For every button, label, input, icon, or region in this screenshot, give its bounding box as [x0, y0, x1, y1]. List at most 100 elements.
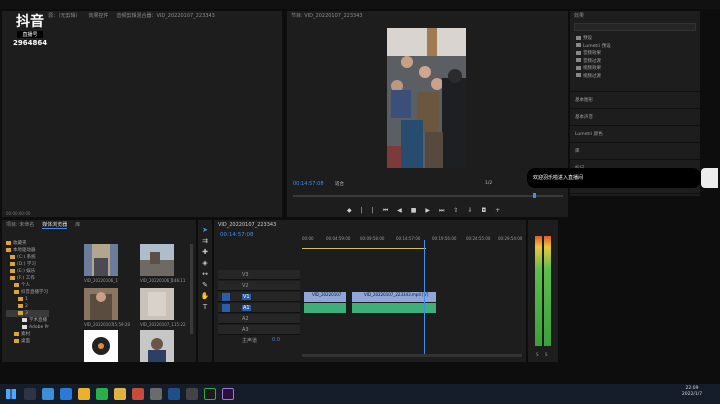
media-thumbnail[interactable]	[140, 288, 174, 320]
track-header-v2[interactable]: V2	[218, 281, 300, 291]
pen-icon[interactable]: ✎	[200, 281, 210, 290]
track-header-a2[interactable]: A2	[218, 314, 300, 324]
media-thumbnail[interactable]	[84, 330, 118, 362]
work-area-bar[interactable]	[302, 248, 426, 249]
effects-tree-item[interactable]: 视频效果	[576, 65, 611, 73]
slip-icon[interactable]: ↔	[200, 270, 210, 279]
side-tab[interactable]	[701, 168, 718, 188]
browser-icon[interactable]	[42, 388, 54, 400]
tab-audio-mixer[interactable]: 音频剪辑混合器：VID_20220107_223343	[117, 12, 215, 19]
tree-item[interactable]: 学术直播	[6, 317, 49, 324]
razor-icon[interactable]: ◈	[200, 259, 210, 268]
tray-clock[interactable]: 22:09 2022/1/7	[668, 386, 716, 398]
project-scrollbar[interactable]	[190, 244, 193, 334]
timeline-scrollbar[interactable]	[302, 354, 522, 357]
hand-icon[interactable]: ✋	[200, 292, 210, 301]
master-value[interactable]: 0.0	[272, 337, 280, 343]
tree-item[interactable]: 2	[6, 303, 49, 310]
forward-frame-icon[interactable]: ▶	[425, 207, 439, 214]
go-to-in-icon[interactable]: |	[372, 207, 383, 214]
tab-effect-controls[interactable]: 效果控件	[89, 12, 109, 19]
track-header-a3[interactable]: A3	[218, 325, 300, 335]
explorer-icon[interactable]	[114, 388, 126, 400]
effects-tree-item[interactable]: 音频效果	[576, 50, 611, 58]
step-back-icon[interactable]: ⏮	[383, 207, 397, 214]
effects-tree-item[interactable]: 视频过渡	[576, 73, 611, 81]
tree-item[interactable]: 个人	[6, 282, 49, 289]
premiere-icon[interactable]	[222, 388, 234, 400]
tree-item[interactable]: 收藏夹	[6, 240, 49, 247]
add-icon[interactable]: +	[495, 207, 509, 214]
video-clip[interactable]: VID_20220107	[304, 292, 346, 302]
track-header-a1[interactable]: A1	[218, 303, 300, 313]
tree-item[interactable]: (C:) 系统	[6, 254, 49, 261]
ripple-edit-icon[interactable]: ✚	[200, 248, 210, 257]
start-icon[interactable]	[6, 389, 16, 399]
selection-tool-icon[interactable]: ➤	[200, 226, 210, 235]
step-forward-icon[interactable]: ⏭	[439, 207, 453, 214]
timeline-title[interactable]: VID_20220107_223343	[218, 222, 276, 228]
chrome-icon[interactable]	[78, 388, 90, 400]
timeline-playhead[interactable]	[424, 240, 425, 354]
tree-item[interactable]: 1	[6, 296, 49, 303]
obs-icon[interactable]	[186, 388, 198, 400]
photoshop-icon[interactable]	[168, 388, 180, 400]
tree-item[interactable]: 素材	[6, 331, 49, 338]
mark-out-icon[interactable]: |	[361, 207, 372, 214]
app-icon[interactable]	[150, 388, 162, 400]
tab-project[interactable]: 项目: 未命名	[6, 221, 34, 228]
back-frame-icon[interactable]: ◀	[397, 207, 411, 214]
terminal-icon[interactable]	[204, 388, 216, 400]
effects-tree-item[interactable]: Lumetri 预设	[576, 43, 611, 51]
program-scrub-bar[interactable]	[293, 195, 563, 197]
folder-icon	[18, 310, 23, 315]
track-select-icon[interactable]: ⇉	[200, 237, 210, 246]
tree-item[interactable]: (D:) 学习	[6, 261, 49, 268]
mark-in-icon[interactable]: ◆	[347, 207, 361, 214]
program-playhead[interactable]	[533, 193, 536, 198]
tree-item[interactable]: (E:) 娱乐	[6, 268, 49, 275]
track-header-v1[interactable]: V1	[218, 292, 300, 302]
section-essential-graphics[interactable]: 基本图形	[570, 92, 700, 109]
effects-title[interactable]: 效果	[574, 12, 584, 19]
tree-item[interactable]: (F:) 工作	[6, 275, 49, 282]
tab-source[interactable]: 源：（无剪辑）	[48, 12, 81, 19]
audio-clip[interactable]	[304, 303, 346, 313]
tree-item[interactable]: 本地驱动器	[6, 247, 49, 254]
search-icon[interactable]	[24, 388, 36, 400]
effects-tree-item[interactable]: 预设	[576, 35, 611, 43]
tab-media-browser[interactable]: 媒体浏览器	[42, 221, 68, 229]
media-thumbnail[interactable]	[140, 330, 174, 362]
media-icon[interactable]	[132, 388, 144, 400]
tree-item-selected[interactable]: 3	[6, 310, 50, 317]
effects-search[interactable]	[574, 23, 696, 31]
effects-tree-item[interactable]: 音频过渡	[576, 58, 611, 66]
tab-library[interactable]: 库	[75, 221, 80, 228]
thumbnail-image	[140, 330, 174, 362]
program-resolution[interactable]: 1/2	[485, 181, 492, 186]
folder-icon	[10, 261, 15, 266]
extract-icon[interactable]: ⇩	[467, 207, 481, 214]
export-frame-icon[interactable]: ◘	[481, 207, 495, 214]
media-thumbnail[interactable]	[84, 244, 118, 276]
tree-item[interactable]: Adobe Pr	[6, 324, 49, 331]
source-patch[interactable]	[222, 293, 230, 301]
section-libraries[interactable]: 库	[570, 143, 700, 160]
track-header-v3[interactable]: V3	[218, 270, 300, 280]
master-track[interactable]: 主声道 0.0	[218, 336, 300, 344]
stop-icon[interactable]: ■	[411, 207, 426, 214]
wechat-icon[interactable]	[96, 388, 108, 400]
tree-item[interactable]: 桌面	[6, 338, 49, 345]
section-lumetri-color[interactable]: Lumetri 颜色	[570, 126, 700, 143]
media-thumbnail[interactable]	[140, 244, 174, 276]
program-fit[interactable]: 适合	[335, 181, 344, 187]
program-title[interactable]: 节目: VID_20220107_223343	[291, 12, 363, 19]
source-patch[interactable]	[222, 304, 230, 312]
lift-icon[interactable]: ⇧	[453, 207, 467, 214]
type-icon[interactable]: T	[200, 303, 210, 312]
tree-item[interactable]: 抖音直播学习	[6, 289, 49, 296]
vscode-icon[interactable]	[60, 388, 72, 400]
timeline-ruler[interactable]: 00:00 00:04:59:00 00:09:58:00 00:14:57:0…	[302, 236, 522, 248]
media-thumbnail-selected[interactable]	[84, 288, 118, 320]
section-essential-sound[interactable]: 基本声音	[570, 109, 700, 126]
